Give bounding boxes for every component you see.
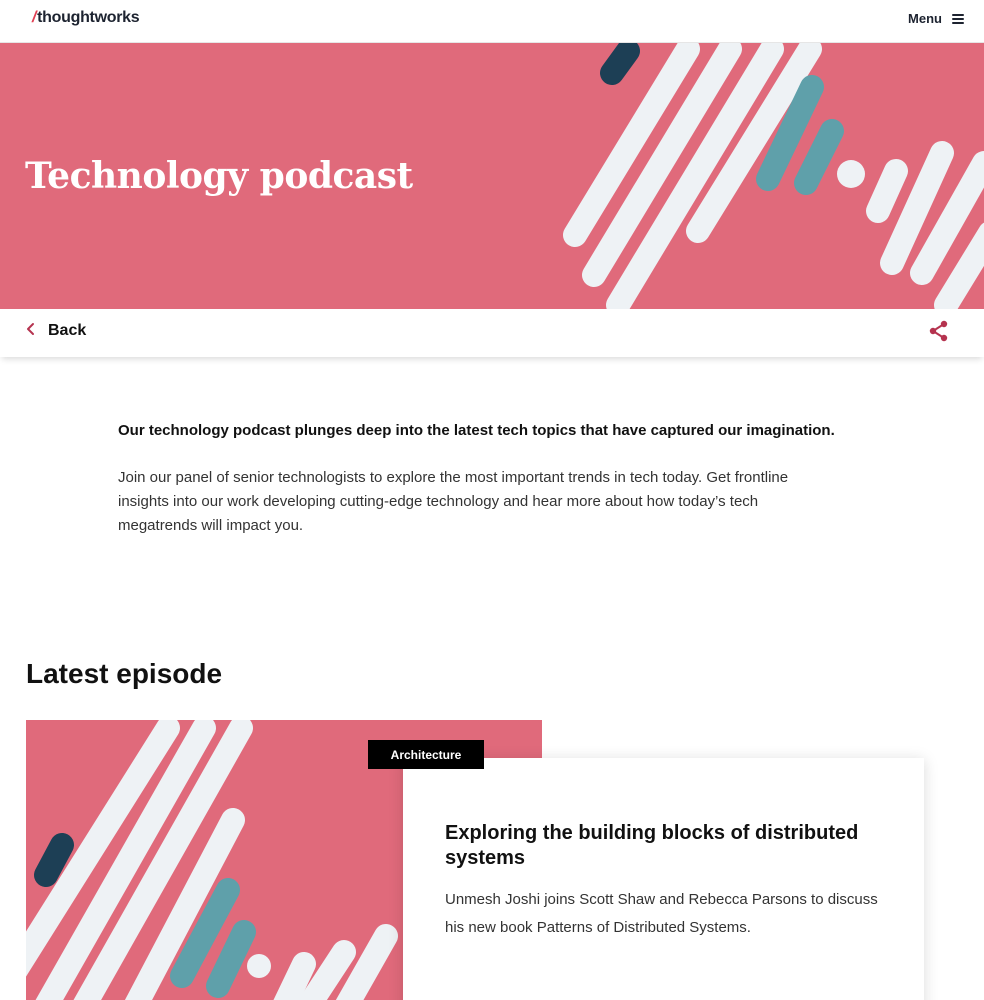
back-link[interactable]: Back xyxy=(26,322,86,340)
latest-episode-heading: Latest episode xyxy=(26,658,223,689)
menu-label: Menu xyxy=(908,11,942,26)
intro-body: Join our panel of senior technologists t… xyxy=(118,469,789,534)
episode-description: Unmesh Joshi joins Scott Shaw and Rebecc… xyxy=(445,891,878,936)
share-button[interactable] xyxy=(928,320,950,347)
episode-title[interactable]: Exploring the building blocks of distrib… xyxy=(445,821,865,871)
share-icon xyxy=(929,320,948,342)
back-bar: Back xyxy=(0,309,984,357)
hamburger-icon xyxy=(952,13,964,24)
chevron-left-icon xyxy=(26,322,36,340)
episode-card[interactable]: Exploring the building blocks of distrib… xyxy=(403,758,924,1000)
page-title: Technology podcast xyxy=(25,155,413,197)
category-tag[interactable]: Architecture xyxy=(368,740,484,769)
menu-button[interactable]: Menu xyxy=(908,11,964,26)
intro-section: Our technology podcast plunges deep into… xyxy=(118,421,838,538)
logo-slash: / xyxy=(32,9,37,26)
intro-lead: Our technology podcast plunges deep into… xyxy=(118,422,835,439)
top-navigation: /thoughtworks Menu xyxy=(0,0,984,43)
back-label: Back xyxy=(48,322,87,339)
hero-banner: Technology podcast xyxy=(0,43,984,309)
logo-text: thoughtworks xyxy=(37,9,140,26)
thoughtworks-logo[interactable]: /thoughtworks xyxy=(32,9,140,27)
